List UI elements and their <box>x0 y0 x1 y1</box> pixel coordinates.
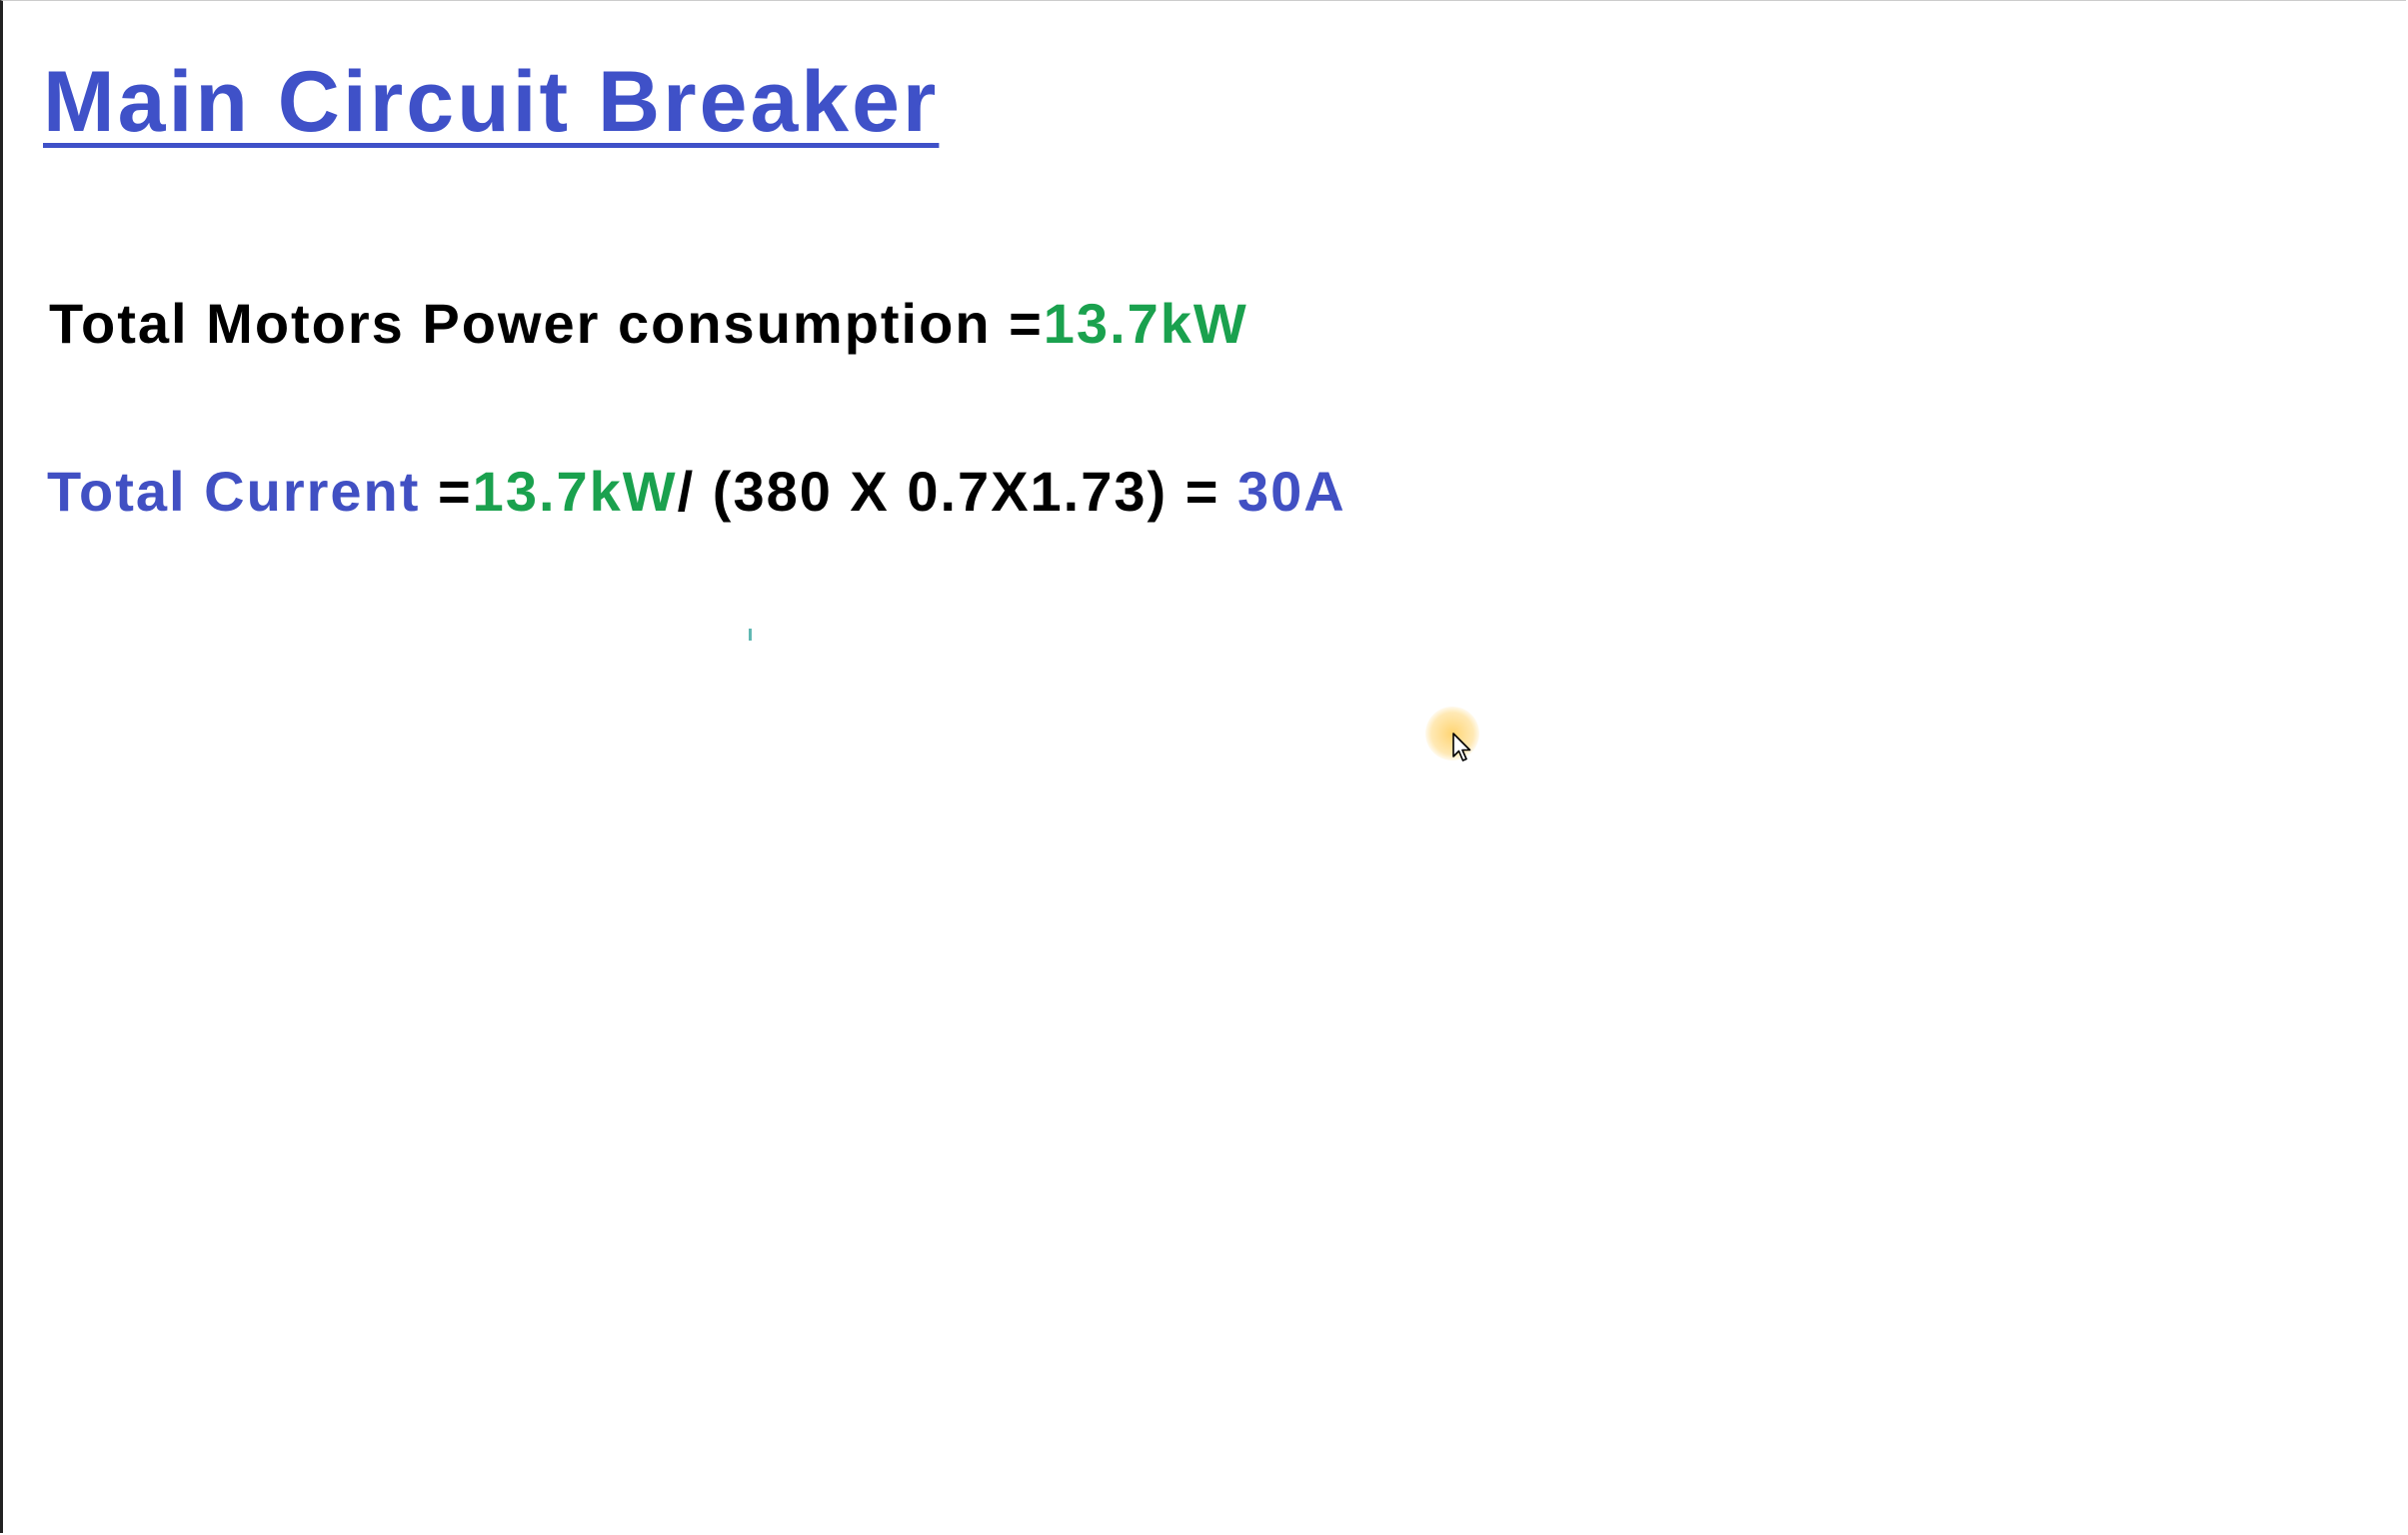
cursor-highlight <box>1425 707 1479 762</box>
slide-title: Main Circuit Breaker <box>43 54 940 150</box>
power-consumption-line: Total Motors Power consumption =13.7kW <box>49 296 1248 352</box>
mouse-pointer-icon <box>1452 733 1471 762</box>
artifact-mark <box>749 629 752 641</box>
power-consumption-label: Total Motors Power consumption = <box>49 292 1044 355</box>
total-current-label: Total Current <box>47 460 421 523</box>
current-formula: / (380 X 0.7X1.73) = <box>677 460 1237 523</box>
current-result: 30A <box>1237 460 1346 523</box>
equals-sign: = <box>420 460 473 523</box>
total-current-line: Total Current =13.7kW/ (380 X 0.7X1.73) … <box>47 464 1346 520</box>
power-consumption-value: 13.7kW <box>1043 292 1248 355</box>
current-power-value: 13.7kW <box>472 460 678 523</box>
slide: Main Circuit Breaker Total Motors Power … <box>0 0 2406 1533</box>
